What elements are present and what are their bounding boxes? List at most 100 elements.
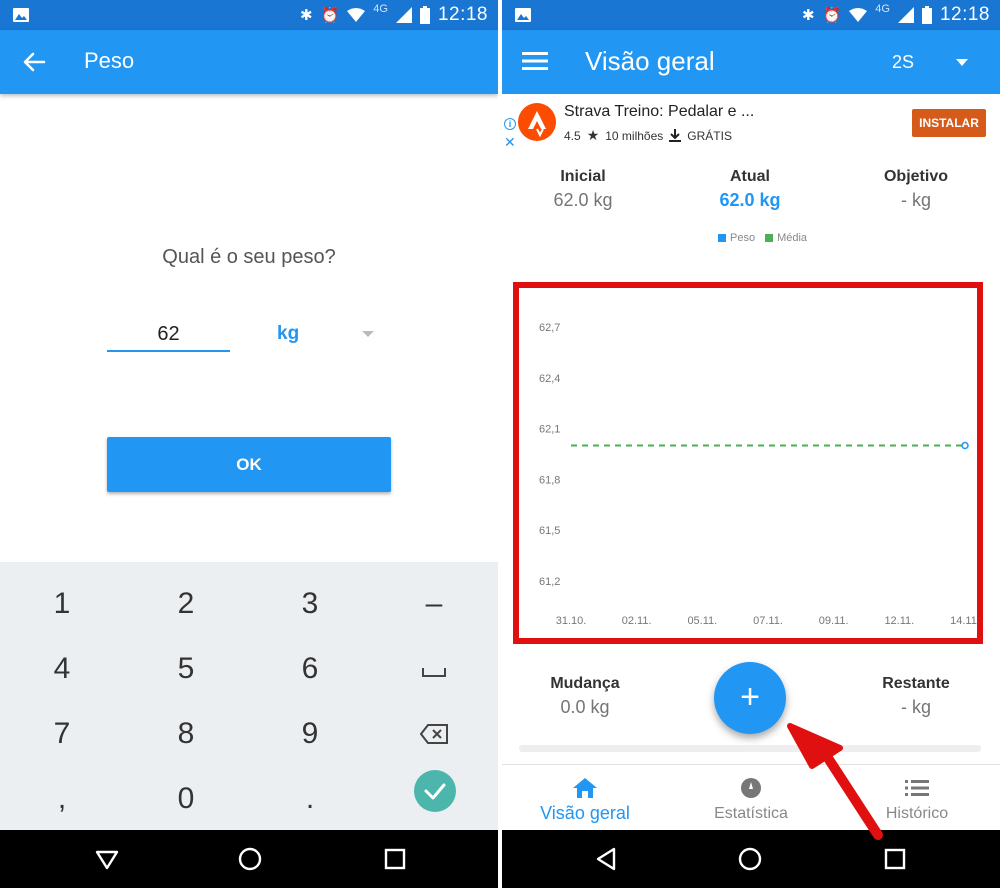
key-backspace[interactable] bbox=[372, 702, 496, 766]
info-icon[interactable]: i bbox=[504, 118, 516, 130]
app-toolbar: Visão geral 2S bbox=[502, 30, 1000, 94]
key-period[interactable]: . bbox=[248, 767, 372, 831]
key-3[interactable]: 3 bbox=[248, 572, 372, 636]
signal-icon bbox=[897, 7, 914, 23]
battery-icon bbox=[921, 6, 932, 24]
key-2[interactable]: 2 bbox=[124, 572, 248, 636]
download-icon bbox=[669, 129, 682, 142]
stat-current-value: 62.0 kg bbox=[719, 190, 781, 210]
stat-change-label: Mudança bbox=[550, 675, 620, 692]
stat-initial: Inicial 62.0 kg bbox=[503, 168, 663, 211]
key-6[interactable]: 6 bbox=[248, 637, 372, 701]
add-entry-button[interactable]: + bbox=[714, 662, 786, 734]
weight-entry-screen: ✱ ⏰ 4G 12:18 Peso Qual é o seu peso? kg … bbox=[0, 0, 498, 888]
weight-input[interactable] bbox=[107, 318, 230, 352]
y-tick-label: 61,5 bbox=[539, 525, 560, 537]
chevron-down-icon[interactable] bbox=[956, 59, 968, 66]
stat-initial-value: 62.0 kg bbox=[553, 190, 613, 210]
stat-change-value: 0.0 kg bbox=[560, 697, 610, 717]
key-7[interactable]: 7 bbox=[0, 702, 124, 766]
app-toolbar: Peso bbox=[0, 30, 498, 94]
back-triangle-icon[interactable] bbox=[594, 846, 620, 872]
home-circle-icon[interactable] bbox=[737, 846, 763, 872]
stat-remaining-label: Restante bbox=[882, 675, 950, 692]
key-comma[interactable]: , bbox=[0, 767, 124, 831]
weight-chart: 62,7 62,4 62,1 61,8 61,5 61,2 31.10. 02.11. 05.1… bbox=[539, 322, 977, 627]
ad-downloads: 10 milhões bbox=[605, 128, 664, 143]
chevron-down-icon bbox=[362, 331, 374, 337]
hamburger-menu-icon[interactable] bbox=[522, 50, 548, 72]
stat-remaining-value: - kg bbox=[900, 697, 931, 717]
overview-screen: ✱ ⏰ 4G 12:18 Visão geral 2S i ✕ Strava T… bbox=[502, 0, 1000, 888]
weight-question: Qual é o seu peso? bbox=[162, 246, 336, 268]
key-0[interactable]: 0 bbox=[124, 767, 248, 831]
key-minus[interactable]: – bbox=[372, 572, 496, 636]
bluetooth-icon: ✱ bbox=[300, 7, 313, 24]
back-triangle-icon[interactable] bbox=[94, 846, 120, 872]
y-tick-label: 62,1 bbox=[539, 424, 560, 436]
nav-stats[interactable]: Estatística bbox=[668, 765, 834, 831]
back-arrow-icon[interactable] bbox=[20, 48, 48, 76]
ad-banner[interactable]: i ✕ Strava Treino: Pedalar e ... 4.5 ★ 1… bbox=[502, 94, 1000, 154]
status-time: 12:18 bbox=[437, 4, 488, 25]
legend-weight-label: Peso bbox=[730, 232, 756, 244]
nav-overview[interactable]: Visão geral bbox=[502, 765, 668, 831]
plus-icon: + bbox=[740, 678, 760, 716]
legend-weight-swatch bbox=[718, 234, 726, 242]
nav-overview-label: Visão geral bbox=[540, 803, 630, 823]
key-1[interactable]: 1 bbox=[0, 572, 124, 636]
strava-chevron-icon bbox=[528, 111, 546, 138]
wifi-icon bbox=[347, 8, 366, 22]
weight-data-point bbox=[961, 441, 969, 450]
alarm-icon: ⏰ bbox=[822, 7, 842, 24]
recents-square-icon[interactable] bbox=[882, 846, 908, 872]
stat-goal: Objetivo - kg bbox=[836, 168, 996, 211]
system-nav-bar bbox=[0, 830, 498, 888]
install-button[interactable]: INSTALAR bbox=[912, 109, 986, 137]
x-tick-label: 09.11. bbox=[819, 615, 849, 627]
network-type: 4G bbox=[875, 3, 890, 15]
goal-progress-bar bbox=[519, 745, 981, 752]
page-title: Peso bbox=[84, 48, 135, 73]
x-tick-label: 02.11. bbox=[622, 615, 652, 627]
x-tick-label: 14.11. bbox=[950, 615, 977, 627]
space-icon bbox=[422, 668, 446, 677]
home-icon bbox=[573, 778, 597, 798]
close-icon[interactable]: ✕ bbox=[504, 134, 516, 151]
legend-average-label: Média bbox=[777, 232, 808, 244]
done-key[interactable] bbox=[414, 770, 456, 812]
stat-current-label: Atual bbox=[730, 168, 770, 185]
status-bar: ✱ ⏰ 4G 12:18 bbox=[502, 0, 1000, 30]
recents-square-icon[interactable] bbox=[382, 846, 408, 872]
ad-price: GRÁTIS bbox=[687, 128, 732, 143]
key-4[interactable]: 4 bbox=[0, 637, 124, 701]
page-title: Visão geral bbox=[585, 46, 715, 76]
x-tick-label: 05.11. bbox=[687, 615, 717, 627]
legend-average-swatch bbox=[765, 234, 774, 242]
list-icon bbox=[905, 780, 929, 796]
strava-logo bbox=[518, 103, 556, 141]
ad-rating-value: 4.5 bbox=[564, 128, 581, 143]
key-space[interactable] bbox=[372, 637, 496, 701]
ok-button[interactable]: OK bbox=[107, 437, 391, 492]
status-time: 12:18 bbox=[939, 4, 990, 25]
stat-change: Mudança 0.0 kg bbox=[505, 675, 665, 718]
stat-current: Atual 62.0 kg bbox=[670, 168, 830, 211]
x-tick-label: 12.11. bbox=[884, 615, 914, 627]
key-5[interactable]: 5 bbox=[124, 637, 248, 701]
unit-selected-value: kg bbox=[277, 323, 300, 344]
unit-dropdown[interactable]: kg bbox=[262, 318, 382, 352]
checkmark-icon bbox=[424, 783, 446, 800]
key-9[interactable]: 9 bbox=[248, 702, 372, 766]
period-selector[interactable]: 2S bbox=[892, 52, 914, 73]
system-nav-bar bbox=[502, 830, 1000, 888]
backspace-icon bbox=[419, 724, 448, 744]
home-circle-icon[interactable] bbox=[237, 846, 263, 872]
key-8[interactable]: 8 bbox=[124, 702, 248, 766]
bluetooth-icon: ✱ bbox=[802, 7, 815, 24]
x-tick-label: 31.10. bbox=[556, 615, 587, 627]
network-type: 4G bbox=[373, 3, 388, 15]
y-tick-label: 61,2 bbox=[539, 576, 560, 588]
nav-history[interactable]: Histórico bbox=[834, 765, 1000, 831]
ad-title: Strava Treino: Pedalar e ... bbox=[564, 103, 755, 120]
